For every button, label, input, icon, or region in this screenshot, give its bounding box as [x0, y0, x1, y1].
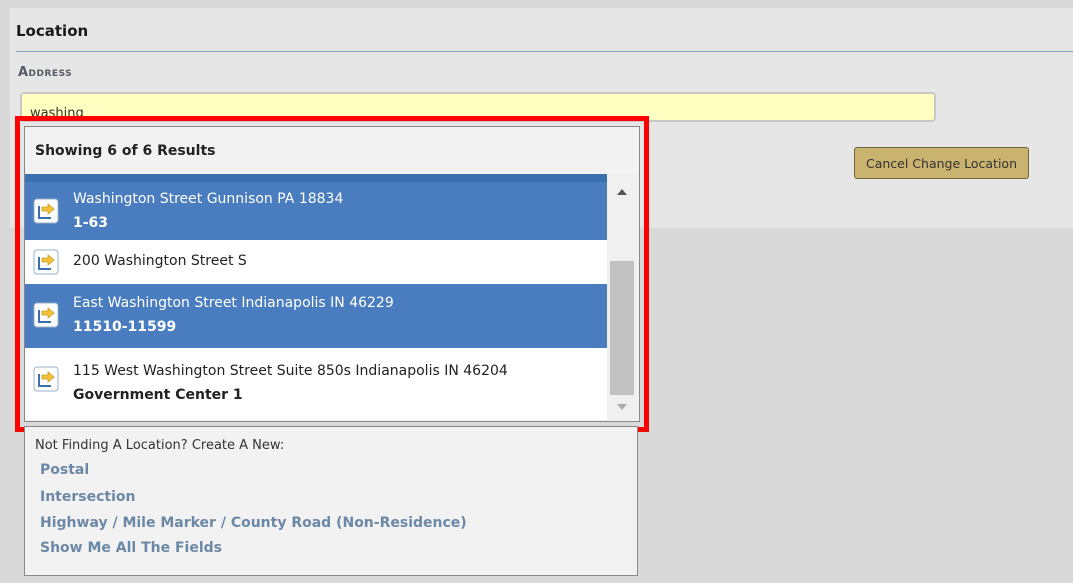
- results-list-top-edge: [25, 174, 607, 182]
- create-postal-link[interactable]: Postal: [40, 462, 89, 478]
- result-address: Washington Street Gunnison PA 18834: [73, 191, 344, 207]
- create-intersection-link[interactable]: Intersection: [40, 489, 135, 505]
- result-address: 115 West Washington Street Suite 850s In…: [73, 363, 508, 379]
- result-detail: 11510-11599: [73, 319, 177, 335]
- result-item[interactable]: 115 West Washington Street Suite 850s In…: [25, 348, 607, 420]
- result-item[interactable]: Washington Street Gunnison PA 18834 1-63: [25, 182, 607, 240]
- result-detail: 1-63: [73, 215, 109, 231]
- result-item[interactable]: 200 Washington Street S: [25, 240, 607, 284]
- result-detail: Government Center 1: [73, 387, 243, 403]
- section-title: Location: [16, 22, 89, 40]
- result-address: 200 Washington Street S: [73, 253, 247, 269]
- results-dropdown: Showing 6 of 6 Results Washington Street…: [24, 126, 640, 422]
- location-arrow-icon: [33, 366, 59, 392]
- result-item[interactable]: East Washington Street Indianapolis IN 4…: [25, 284, 607, 348]
- create-new-location-box: Not Finding A Location? Create A New: Po…: [24, 426, 638, 576]
- scroll-down-arrow-icon[interactable]: [607, 397, 637, 417]
- result-address: East Washington Street Indianapolis IN 4…: [73, 295, 394, 311]
- show-all-fields-link[interactable]: Show Me All The Fields: [40, 540, 222, 556]
- address-input[interactable]: [20, 92, 936, 122]
- create-highway-link[interactable]: Highway / Mile Marker / County Road (Non…: [40, 515, 467, 531]
- location-arrow-icon: [33, 249, 59, 275]
- create-new-prompt: Not Finding A Location? Create A New:: [35, 438, 285, 453]
- address-label: Address: [18, 65, 73, 80]
- section-divider: [16, 51, 1073, 52]
- scrollbar-thumb[interactable]: [610, 261, 634, 395]
- results-scrollbar[interactable]: [607, 174, 637, 420]
- results-count-header: Showing 6 of 6 Results: [35, 143, 216, 159]
- location-arrow-icon: [33, 302, 59, 328]
- cancel-change-location-button[interactable]: Cancel Change Location: [854, 147, 1029, 179]
- location-arrow-icon: [33, 198, 59, 224]
- scroll-up-arrow-icon[interactable]: [607, 182, 637, 202]
- results-list: Washington Street Gunnison PA 18834 1-63…: [25, 182, 607, 420]
